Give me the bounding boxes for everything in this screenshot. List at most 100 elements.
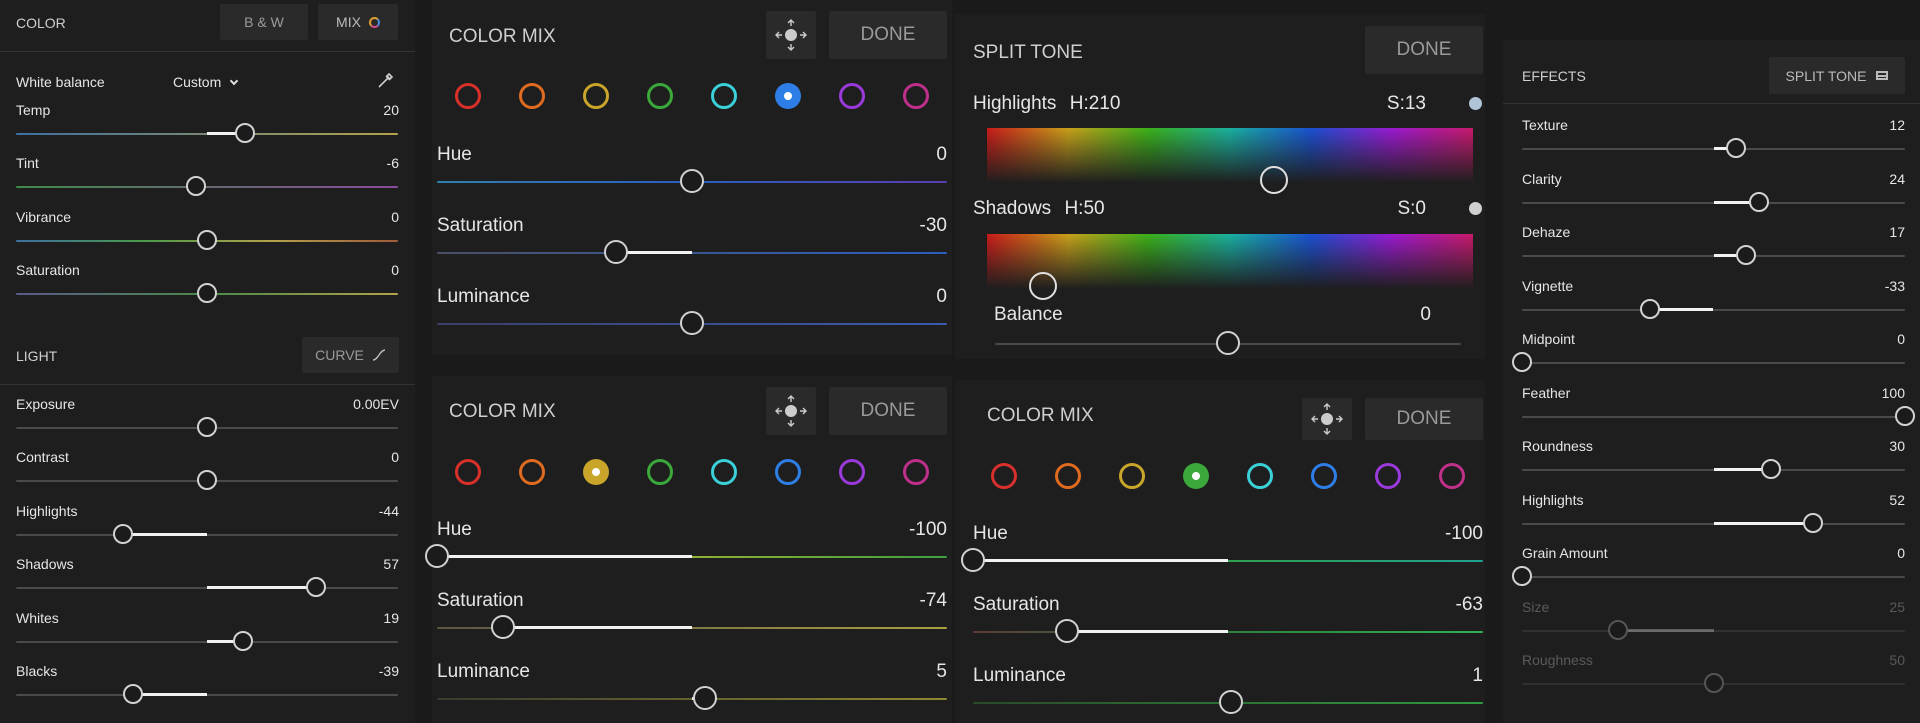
slider-thumb[interactable]: [1895, 406, 1915, 426]
slider-thumb[interactable]: [680, 311, 704, 335]
targeted-adjust-button[interactable]: [1302, 398, 1352, 440]
slider-thumb[interactable]: [1703, 673, 1724, 693]
highlights-slider[interactable]: [16, 523, 398, 547]
hue-swatch-3[interactable]: [1183, 463, 1209, 489]
blacks-slider[interactable]: [16, 683, 398, 707]
targeted-adjust-button[interactable]: [766, 387, 816, 435]
slider-thumb[interactable]: [1803, 513, 1824, 533]
hue-swatch-2[interactable]: [583, 459, 609, 485]
exposure-slider[interactable]: [16, 416, 398, 440]
done-button[interactable]: DONE: [1365, 398, 1483, 440]
slider-thumb[interactable]: [197, 470, 217, 490]
slider-thumb[interactable]: [680, 169, 704, 193]
hue-swatch-1[interactable]: [519, 83, 545, 109]
tint-slider[interactable]: [16, 175, 398, 199]
clarity-slider[interactable]: [1522, 191, 1905, 215]
white-balance-dropdown[interactable]: Custom: [173, 74, 239, 90]
shadows-color-field[interactable]: [987, 234, 1473, 300]
hue-swatch-4[interactable]: [711, 83, 737, 109]
slider-thumb[interactable]: [197, 283, 217, 303]
slider-thumb[interactable]: [197, 230, 217, 250]
luminance-slider[interactable]: [973, 690, 1483, 715]
hue-swatch-5[interactable]: [775, 83, 801, 109]
slider-thumb[interactable]: [122, 684, 143, 704]
hue-swatch-6[interactable]: [839, 83, 865, 109]
highlights-swatch[interactable]: [1469, 97, 1482, 110]
hue-swatch-0[interactable]: [455, 459, 481, 485]
dehaze-slider[interactable]: [1522, 244, 1905, 268]
slider-thumb[interactable]: [233, 631, 254, 651]
targeted-adjust-button[interactable]: [766, 11, 816, 59]
slider-thumb[interactable]: [1055, 619, 1080, 643]
slider-thumb[interactable]: [197, 417, 217, 437]
hue-swatch-7[interactable]: [903, 459, 929, 485]
hue-swatch-4[interactable]: [711, 459, 737, 485]
hue-swatch-7[interactable]: [903, 83, 929, 109]
temp-slider[interactable]: [16, 122, 398, 146]
hue-slider[interactable]: [961, 548, 1483, 573]
shadows-swatch[interactable]: [1469, 202, 1482, 215]
texture-slider[interactable]: [1522, 137, 1905, 161]
size-slider[interactable]: [1522, 619, 1905, 643]
balance-track[interactable]: [995, 331, 1461, 356]
highlights-slider[interactable]: [1522, 512, 1905, 536]
hue-swatch-1[interactable]: [519, 459, 545, 485]
hue-swatch-7[interactable]: [1439, 463, 1465, 489]
roughness-slider[interactable]: [1522, 672, 1905, 696]
slider-thumb[interactable]: [1512, 352, 1532, 372]
slider-thumb[interactable]: [112, 524, 133, 544]
shadows-slider[interactable]: [16, 576, 398, 600]
contrast-slider[interactable]: [16, 469, 398, 493]
shadows-picker[interactable]: [1029, 272, 1057, 300]
slider-thumb[interactable]: [1640, 299, 1661, 319]
vignette-slider[interactable]: [1522, 298, 1905, 322]
split-tone-button[interactable]: SPLIT TONE: [1769, 57, 1905, 94]
hue-swatch-4[interactable]: [1247, 463, 1273, 489]
slider-thumb[interactable]: [235, 123, 256, 143]
hue-swatch-0[interactable]: [991, 463, 1017, 489]
mix-button[interactable]: MIX: [318, 4, 398, 40]
midpoint-slider[interactable]: [1512, 351, 1905, 375]
whites-slider[interactable]: [16, 630, 398, 654]
feather-slider[interactable]: [1522, 405, 1915, 429]
slider-thumb[interactable]: [1749, 192, 1770, 212]
hue-swatch-2[interactable]: [1119, 463, 1145, 489]
slider-thumb[interactable]: [961, 548, 985, 572]
slider-thumb[interactable]: [305, 577, 326, 597]
slider-thumb[interactable]: [692, 686, 717, 710]
bw-button[interactable]: B & W: [220, 4, 308, 40]
slider-thumb[interactable]: [1512, 566, 1532, 586]
luminance-slider[interactable]: [437, 686, 947, 711]
saturation-slider[interactable]: [973, 619, 1483, 644]
saturation-slider[interactable]: [16, 282, 398, 306]
curve-button[interactable]: CURVE: [302, 337, 399, 373]
hue-swatch-6[interactable]: [839, 459, 865, 485]
slider-thumb[interactable]: [1760, 459, 1781, 479]
saturation-slider[interactable]: [437, 615, 947, 640]
hue-swatch-3[interactable]: [647, 459, 673, 485]
saturation-slider[interactable]: [437, 240, 947, 265]
hue-swatch-6[interactable]: [1375, 463, 1401, 489]
highlights-color-field[interactable]: [987, 128, 1473, 194]
luminance-slider[interactable]: [437, 311, 947, 336]
done-button[interactable]: DONE: [829, 11, 947, 59]
hue-swatch-3[interactable]: [647, 83, 673, 109]
slider-thumb[interactable]: [1736, 245, 1757, 265]
vibrance-slider[interactable]: [16, 229, 398, 253]
hue-swatch-0[interactable]: [455, 83, 481, 109]
hue-swatch-5[interactable]: [1311, 463, 1337, 489]
done-button[interactable]: DONE: [829, 387, 947, 435]
slider-thumb[interactable]: [425, 544, 449, 568]
slider-thumb[interactable]: [1218, 690, 1243, 714]
hue-slider[interactable]: [425, 544, 947, 569]
roundness-slider[interactable]: [1522, 458, 1905, 482]
slider-thumb[interactable]: [1216, 331, 1240, 355]
slider-thumb[interactable]: [1607, 620, 1628, 640]
slider-thumb[interactable]: [603, 240, 628, 264]
highlights-picker[interactable]: [1260, 166, 1288, 194]
slider-thumb[interactable]: [1726, 138, 1747, 158]
hue-slider[interactable]: [437, 169, 947, 194]
slider-thumb[interactable]: [491, 615, 516, 639]
hue-swatch-2[interactable]: [583, 83, 609, 109]
done-button[interactable]: DONE: [1365, 26, 1483, 74]
